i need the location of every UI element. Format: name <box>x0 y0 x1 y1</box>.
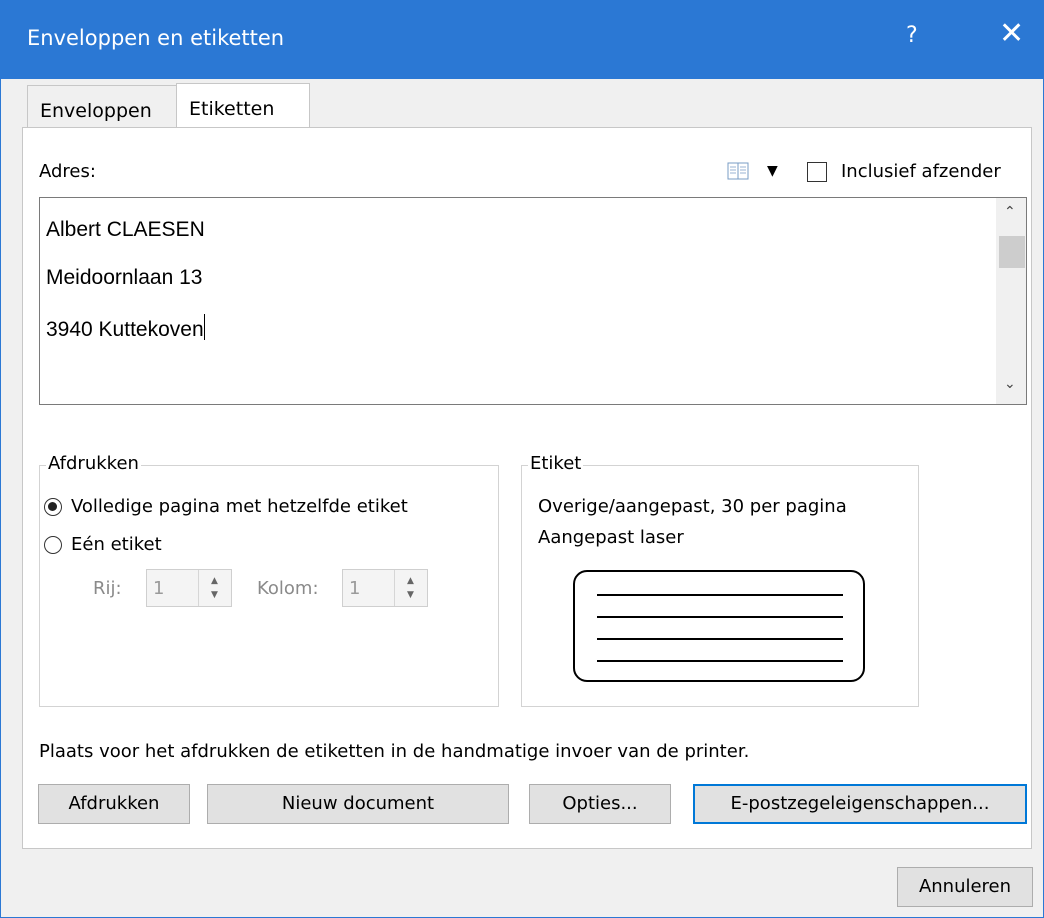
row-spinner[interactable]: 1 ▲ ▼ <box>146 569 232 607</box>
column-up-icon[interactable]: ▲ <box>407 576 414 586</box>
row-down-icon[interactable]: ▼ <box>211 590 218 600</box>
address-book-icon[interactable] <box>727 161 749 181</box>
row-up-icon[interactable]: ▲ <box>211 576 218 586</box>
manual-feed-hint: Plaats voor het afdrukken de etiketten i… <box>39 741 750 762</box>
new-document-button-label: Nieuw document <box>281 793 435 814</box>
label-preview-line <box>597 638 843 640</box>
label-product-line: Overige/aangepast, 30 per pagina <box>538 496 847 517</box>
dialog-title: Enveloppen en etiketten <box>27 26 285 50</box>
scroll-down-icon[interactable]: ⌄ <box>1004 376 1016 392</box>
include-sender-checkbox[interactable] <box>807 162 827 182</box>
column-label: Kolom: <box>257 578 319 599</box>
address-label: Adres: <box>39 161 96 182</box>
row-spinner-buttons[interactable]: ▲ ▼ <box>198 570 231 606</box>
column-spinner-buttons[interactable]: ▲ ▼ <box>394 570 427 606</box>
tab-enveloppen[interactable]: Enveloppen <box>27 85 177 127</box>
column-down-icon[interactable]: ▼ <box>407 590 414 600</box>
label-preview-line <box>597 616 843 618</box>
new-document-button[interactable]: Nieuw document <box>207 784 509 824</box>
label-preview-line <box>597 594 843 596</box>
address-scrollbar[interactable]: ⌃ ⌄ <box>996 198 1026 404</box>
address-line-2: Meidoornlaan 13 <box>46 266 203 289</box>
scrollbar-thumb[interactable] <box>999 236 1025 268</box>
cancel-button[interactable]: Annuleren <box>897 867 1033 907</box>
label-type-line: Aangepast laser <box>538 527 684 548</box>
epostage-properties-button[interactable]: E-postzegeleigenschappen... <box>693 784 1027 824</box>
cancel-button-label: Annuleren <box>918 876 1012 897</box>
print-button[interactable]: Afdrukken <box>38 784 190 824</box>
title-bar: Enveloppen en etiketten ? ✕ <box>1 1 1043 79</box>
radio-full-page-label: Volledige pagina met hetzelfde etiket <box>71 496 408 517</box>
row-value: 1 <box>153 578 165 599</box>
address-line-1: Albert CLAESEN <box>46 218 205 241</box>
epostage-properties-button-label: E-postzegeleigenschappen... <box>730 793 990 814</box>
row-label: Rij: <box>93 578 122 599</box>
help-button[interactable]: ? <box>906 23 918 48</box>
column-spinner[interactable]: 1 ▲ ▼ <box>342 569 428 607</box>
text-cursor <box>203 314 205 340</box>
options-button-label: Opties... <box>562 793 638 814</box>
envelopes-labels-dialog: Enveloppen en etiketten ? ✕ Enveloppen E… <box>0 0 1044 918</box>
label-preview <box>573 570 865 682</box>
print-button-label: Afdrukken <box>68 793 160 814</box>
options-button[interactable]: Opties... <box>529 784 671 824</box>
radio-single-label[interactable] <box>44 536 62 554</box>
label-preview-line <box>597 660 843 662</box>
radio-single-label-label: Eén etiket <box>71 534 162 555</box>
tab-enveloppen-label: Enveloppen <box>40 100 152 122</box>
label-group-title: Etiket <box>528 453 584 474</box>
print-group-title: Afdrukken <box>46 453 141 474</box>
scroll-up-icon[interactable]: ⌃ <box>1004 204 1016 220</box>
include-sender-label: Inclusief afzender <box>841 161 1001 182</box>
column-value: 1 <box>349 578 361 599</box>
close-button[interactable]: ✕ <box>999 19 1024 49</box>
tab-etiketten[interactable]: Etiketten <box>176 83 310 129</box>
tab-etiketten-label: Etiketten <box>189 98 275 120</box>
address-book-dropdown-icon[interactable]: ▼ <box>767 163 778 179</box>
radio-full-page[interactable] <box>44 498 62 516</box>
address-textarea[interactable]: Albert CLAESEN Meidoornlaan 13 3940 Kutt… <box>39 197 1027 405</box>
address-line-3-text: 3940 Kuttekoven <box>46 318 204 341</box>
address-line-3: 3940 Kuttekoven <box>46 314 205 342</box>
